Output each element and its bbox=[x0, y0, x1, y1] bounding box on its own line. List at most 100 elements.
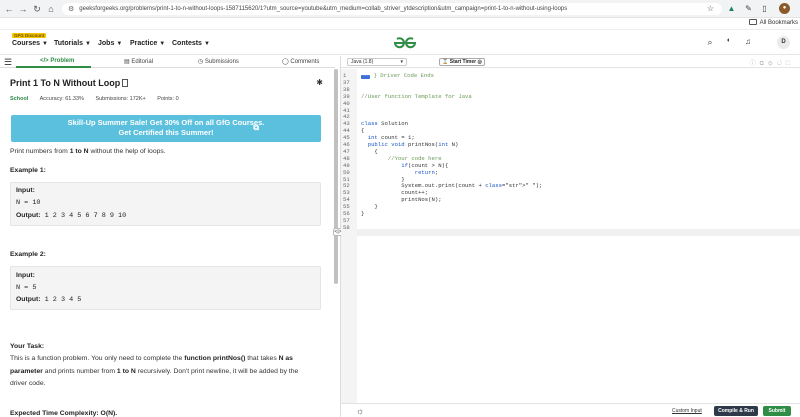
gfg-logo[interactable] bbox=[392, 36, 418, 50]
active-tab-indicator bbox=[16, 66, 91, 68]
tab-editorial[interactable]: ▤ Editorial bbox=[124, 58, 153, 65]
line-number: 58 bbox=[343, 223, 350, 231]
menu-jobs[interactable]: Jobs ▼ bbox=[98, 40, 122, 47]
tab-label: Editorial bbox=[131, 59, 154, 65]
points-text: Points: 0 bbox=[157, 96, 179, 102]
chevron-down-icon: ▾ bbox=[400, 59, 403, 65]
problem-tabs: ☰ </> Problem ▤ Editorial ◷ Submissions … bbox=[0, 56, 335, 68]
site-settings-icon[interactable]: ⚙ bbox=[68, 5, 74, 13]
ex1-output-value: 1 2 3 4 5 6 7 8 9 10 bbox=[40, 212, 127, 220]
menu-label: Contests bbox=[172, 40, 202, 47]
sale-banner[interactable]: Skill-Up Summer Sale! Get 30% Off on all… bbox=[11, 115, 321, 142]
ex1-output-label: Output: bbox=[16, 212, 41, 219]
problem-panel: Print 1 To N Without Loop ✱ School Accur… bbox=[0, 69, 333, 417]
task-text: recursively. Don't print newline, it wil… bbox=[135, 368, 299, 375]
menu-courses[interactable]: Courses ▼ bbox=[12, 40, 48, 47]
custom-input-link[interactable]: Custom Input bbox=[672, 408, 702, 414]
home-icon[interactable]: ⌂ bbox=[46, 4, 56, 14]
chevron-down-icon: ▼ bbox=[116, 41, 123, 47]
tab-problem[interactable]: </> Problem bbox=[40, 58, 74, 64]
search-icon[interactable]: ⌕ bbox=[704, 37, 716, 48]
code-editor[interactable]: 1 ··· } Driver Code Ends 37 38 39//User func… bbox=[341, 69, 800, 403]
chevron-down-icon: ▼ bbox=[85, 41, 91, 47]
tab-label: Submissions bbox=[204, 59, 239, 65]
forward-icon[interactable]: → bbox=[18, 4, 28, 14]
task-bold: function printNos() bbox=[184, 355, 246, 362]
hourglass-icon: ⌛ bbox=[442, 59, 449, 65]
bookmark-icon[interactable] bbox=[122, 79, 129, 87]
tab-submissions[interactable]: ◷ Submissions bbox=[198, 58, 239, 65]
menu-tutorials[interactable]: Tutorials ▼ bbox=[54, 40, 91, 47]
menu-label: Tutorials bbox=[54, 40, 84, 47]
menu-label: Practice bbox=[130, 40, 158, 47]
sun-icon[interactable]: ☼ bbox=[356, 406, 364, 416]
chevron-down-icon: ▼ bbox=[203, 41, 210, 47]
info-icon[interactable]: ⓘ bbox=[750, 61, 760, 67]
discount-badge: GFG Discount bbox=[12, 33, 47, 38]
address-bar[interactable]: ⚙ geeksforgeeks.org/problems/print-1-to-… bbox=[62, 3, 722, 15]
code-icon: </> bbox=[40, 58, 51, 64]
banner-line-2: Get Certified this Summer! bbox=[118, 128, 214, 137]
active-line-highlight bbox=[357, 229, 800, 236]
all-bookmarks[interactable]: All Bookmarks bbox=[748, 19, 798, 26]
example-2-title: Example 2: bbox=[10, 251, 46, 258]
task-line-2: parameter and prints number from 1 to N … bbox=[10, 368, 298, 375]
theme-toggle-icon[interactable]: ◐ bbox=[723, 37, 735, 44]
pen-icon[interactable]: ✎ bbox=[743, 3, 754, 14]
menu-label: Courses bbox=[12, 40, 41, 47]
chevron-down-icon: ▼ bbox=[159, 41, 166, 47]
clock-icon: ◷ bbox=[198, 59, 205, 65]
report-bug-icon[interactable]: ✱ bbox=[316, 78, 323, 87]
task-bold: parameter bbox=[10, 368, 43, 375]
sidepanel-icon[interactable]: ▯ bbox=[759, 3, 770, 14]
bell-icon[interactable]: ♫ bbox=[742, 37, 754, 46]
time-complexity: Expected Time Complexity: O(N). bbox=[10, 410, 118, 417]
url-text: geeksforgeeks.org/problems/print-1-to-n-… bbox=[79, 6, 568, 12]
editor-toolbar: Java (1.8) ▾ ⌛ Start Timer ◎ ⓘ⧉⚙↺⛶ bbox=[341, 56, 800, 68]
settings-icon[interactable]: ⚙ bbox=[768, 61, 777, 67]
hamburger-icon[interactable]: ☰ bbox=[4, 57, 12, 68]
timer-label: Start Timer bbox=[449, 59, 477, 65]
task-text: that takes bbox=[245, 355, 279, 362]
fullscreen-icon[interactable]: ⛶ bbox=[786, 61, 794, 67]
example-1-box: Input: N = 10 Output: 1 2 3 4 5 6 7 8 9 … bbox=[10, 182, 321, 226]
user-avatar[interactable]: D bbox=[777, 36, 790, 49]
submit-button[interactable]: Submit bbox=[763, 406, 791, 416]
fold-toggle-icon[interactable]: ··· bbox=[361, 75, 371, 79]
external-link-icon: ⧉ bbox=[253, 123, 259, 132]
compile-run-button[interactable]: Compile & Run bbox=[714, 406, 758, 416]
ex2-output-value: 1 2 3 4 5 bbox=[40, 296, 82, 304]
code-line: class Solution bbox=[361, 120, 409, 128]
task-text: This is a function problem. You only nee… bbox=[10, 355, 185, 362]
menu-label: Jobs bbox=[98, 40, 115, 47]
left-scrollbar[interactable] bbox=[334, 69, 338, 284]
start-timer-button[interactable]: ⌛ Start Timer ◎ bbox=[439, 58, 485, 66]
star-icon[interactable]: ☆ bbox=[705, 3, 716, 14]
site-header: GFG Discount Courses ▼ Tutorials ▼ Jobs ▼ P… bbox=[0, 31, 800, 55]
reset-icon[interactable]: ↺ bbox=[777, 61, 786, 67]
language-select[interactable]: Java (1.8) ▾ bbox=[347, 58, 407, 66]
menu-contests[interactable]: Contests ▼ bbox=[172, 40, 210, 47]
desc-text: Print numbers from bbox=[10, 148, 70, 155]
banner-line-1: Skill-Up Summer Sale! Get 30% Off on all… bbox=[67, 118, 265, 127]
copy-icon[interactable]: ⧉ bbox=[760, 61, 768, 67]
timer-dial-icon: ◎ bbox=[477, 59, 482, 65]
task-bold: N as bbox=[278, 355, 293, 362]
bookmarks-bar: All Bookmarks bbox=[0, 18, 800, 30]
problem-title-text: Print 1 To N Without Loop bbox=[10, 78, 121, 88]
ex2-input: N = 5 bbox=[16, 284, 37, 292]
all-bookmarks-label: All Bookmarks bbox=[759, 20, 798, 26]
ex2-input-label: Input: bbox=[16, 272, 35, 279]
menu-practice[interactable]: Practice ▼ bbox=[130, 40, 165, 47]
code-line: } bbox=[361, 210, 365, 217]
difficulty-label: School bbox=[10, 96, 29, 102]
task-text: and prints number from bbox=[42, 368, 117, 375]
problem-description: Print numbers from 1 to N without the he… bbox=[10, 148, 166, 155]
folder-icon bbox=[748, 19, 757, 25]
browser-toolbar: ← → ↻ ⌂ ⚙ geeksforgeeks.org/problems/pri… bbox=[0, 0, 800, 18]
back-icon[interactable]: ← bbox=[4, 4, 14, 14]
extension-icon[interactable]: ▲ bbox=[726, 3, 737, 14]
profile-avatar[interactable]: ● bbox=[779, 3, 790, 14]
tab-comments[interactable]: ◯ Comments bbox=[282, 58, 319, 65]
reload-icon[interactable]: ↻ bbox=[32, 4, 42, 14]
